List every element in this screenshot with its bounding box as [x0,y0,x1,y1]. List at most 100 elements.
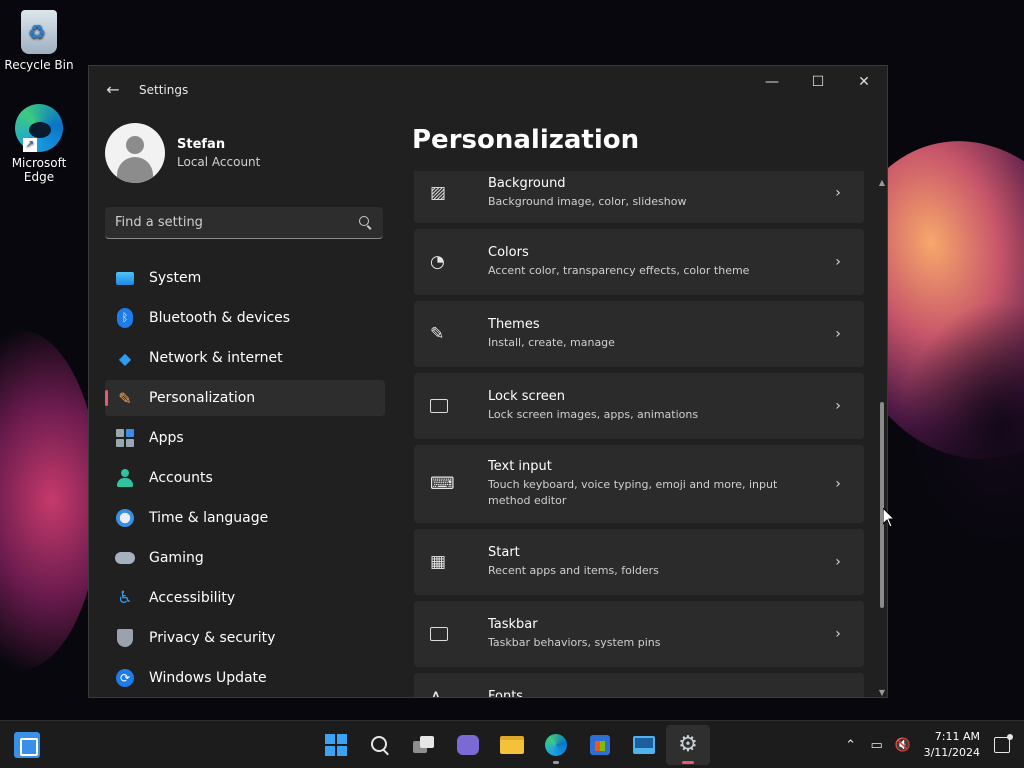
sidebar-item-network[interactable]: ◆ Network & internet [105,340,385,376]
settings-list[interactable]: ▨ Background Background image, color, sl… [414,171,864,698]
sidebar-item-gaming[interactable]: Gaming [105,540,385,576]
window-title: Settings [139,83,189,97]
card-text: Lock screen Lock screen images, apps, an… [470,389,820,423]
clock-date: 3/11/2024 [923,746,980,759]
card-background[interactable]: ▨ Background Background image, color, sl… [414,171,864,223]
sidebar-item-personalization[interactable]: ✎ Personalization [105,380,385,416]
task-view-button[interactable] [402,725,446,765]
main-content: Personalization ▨ Background Background … [411,114,887,698]
profile-account-type: Local Account [177,155,261,169]
sidebar-item-apps[interactable]: Apps [105,420,385,456]
sidebar-item-accessibility[interactable]: ♿ Accessibility [105,580,385,616]
minimize-button[interactable]: — [749,66,795,98]
gear-icon: ⚙ [678,732,698,757]
desktop-icon-label: Recycle Bin [4,58,74,72]
system-tray: ⌃ ▭ 🔇 7:11 AM 3/11/2024 [838,721,1024,768]
gaming-icon [115,548,135,568]
shortcut-arrow-icon: ↗ [23,138,37,152]
settings-taskbar-button[interactable]: ⚙ [666,725,710,765]
search-box[interactable] [105,207,383,239]
close-button[interactable]: ✕ [841,66,887,98]
card-text-input[interactable]: ⌨ Text input Touch keyboard, voice typin… [414,445,864,523]
sidebar-item-bluetooth[interactable]: ᛒ Bluetooth & devices [105,300,385,336]
taskbar-apps: ⚙ [314,725,710,765]
file-explorer-button[interactable] [490,725,534,765]
store-button[interactable] [578,725,622,765]
brush-icon: ✎ [118,388,132,408]
taskbar-icon [430,627,470,641]
chevron-right-icon: › [835,185,841,201]
palette-icon: ◔ [430,252,445,272]
maximize-button[interactable]: ☐ [795,66,841,98]
back-button[interactable]: ← [103,80,123,100]
page-title: Personalization [412,125,640,155]
scroll-up-icon[interactable]: ▲ [877,178,887,188]
desktop-icon-edge[interactable]: ↗ Microsoft Edge [3,104,75,184]
scrollbar-thumb[interactable] [880,402,884,608]
sidebar-item-label: Accounts [149,470,213,486]
sidebar-item-label: Time & language [149,510,269,526]
card-subtitle: Recent apps and items, folders [488,564,659,577]
title-bar[interactable]: ← Settings — ☐ ✕ [89,66,887,114]
taskbar-search-button[interactable] [358,725,402,765]
card-subtitle: Background image, color, slideshow [488,195,687,208]
clock[interactable]: 7:11 AM 3/11/2024 [924,729,980,761]
search-icon [371,736,389,754]
profile[interactable]: Stefan Local Account [105,123,260,183]
profile-text: Stefan Local Account [177,137,260,169]
lock-screen-icon [430,399,470,413]
sidebar-item-time-language[interactable]: Time & language [105,500,385,536]
widgets-button[interactable] [14,732,40,758]
sidebar-item-label: Privacy & security [149,630,276,646]
sidebar-item-windows-update[interactable]: ⟳ Windows Update [105,660,385,696]
recycle-bin-icon [21,10,57,54]
notification-icon[interactable] [994,734,1013,753]
card-text: Fonts [470,689,864,698]
card-start[interactable]: ▦ Start Recent apps and items, folders › [414,529,864,595]
card-text: Start Recent apps and items, folders [470,545,820,579]
card-subtitle: Taskbar behaviors, system pins [488,636,661,649]
apps-icon [115,428,135,448]
card-title: Lock screen [488,389,565,404]
card-fonts[interactable]: A Fonts [414,673,864,698]
sidebar-item-label: Network & internet [149,350,283,366]
remote-desktop-button[interactable] [622,725,666,765]
sidebar-item-label: Windows Update [149,670,267,686]
card-themes[interactable]: ✎ Themes Install, create, manage › [414,301,864,367]
chat-button[interactable] [446,725,490,765]
card-subtitle: Accent color, transparency effects, colo… [488,264,750,277]
fonts-icon: A [430,689,470,697]
sidebar-item-privacy[interactable]: Privacy & security [105,620,385,656]
network-icon[interactable]: ▭ [864,738,890,753]
sidebar-item-system[interactable]: System [105,260,385,296]
chevron-right-icon: › [835,476,841,492]
chevron-up-icon[interactable]: ⌃ [838,738,864,753]
sidebar-item-accounts[interactable]: Accounts [105,460,385,496]
avatar-body [117,157,153,183]
store-icon [590,735,610,755]
sidebar-item-label: System [149,270,202,286]
card-text: Text input Touch keyboard, voice typing,… [470,459,820,509]
sidebar-item-label: Personalization [149,390,256,406]
card-title: Taskbar [488,617,538,632]
edge-button[interactable] [534,725,578,765]
start-button[interactable] [314,725,358,765]
close-icon: ✕ [858,74,870,90]
card-taskbar[interactable]: Taskbar Taskbar behaviors, system pins › [414,601,864,667]
chevron-right-icon: › [835,626,841,642]
search-icon[interactable] [359,215,373,230]
search-input[interactable] [115,215,359,230]
scrollbar[interactable]: ▲ ▼ [877,178,887,697]
desktop-icon-recycle-bin[interactable]: Recycle Bin [3,6,75,72]
card-subtitle: Install, create, manage [488,336,615,349]
card-colors[interactable]: ◔ Colors Accent color, transparency effe… [414,229,864,295]
scroll-down-icon[interactable]: ▼ [877,688,887,697]
background-image-icon: ▨ [430,183,447,203]
chevron-right-icon: › [835,398,841,414]
card-title: Fonts [488,689,524,698]
back-arrow-icon: ← [106,80,120,99]
clock-time: 7:11 AM [934,730,980,743]
avatar-head [126,136,144,154]
volume-muted-icon[interactable]: 🔇 [890,738,916,753]
card-lock-screen[interactable]: Lock screen Lock screen images, apps, an… [414,373,864,439]
